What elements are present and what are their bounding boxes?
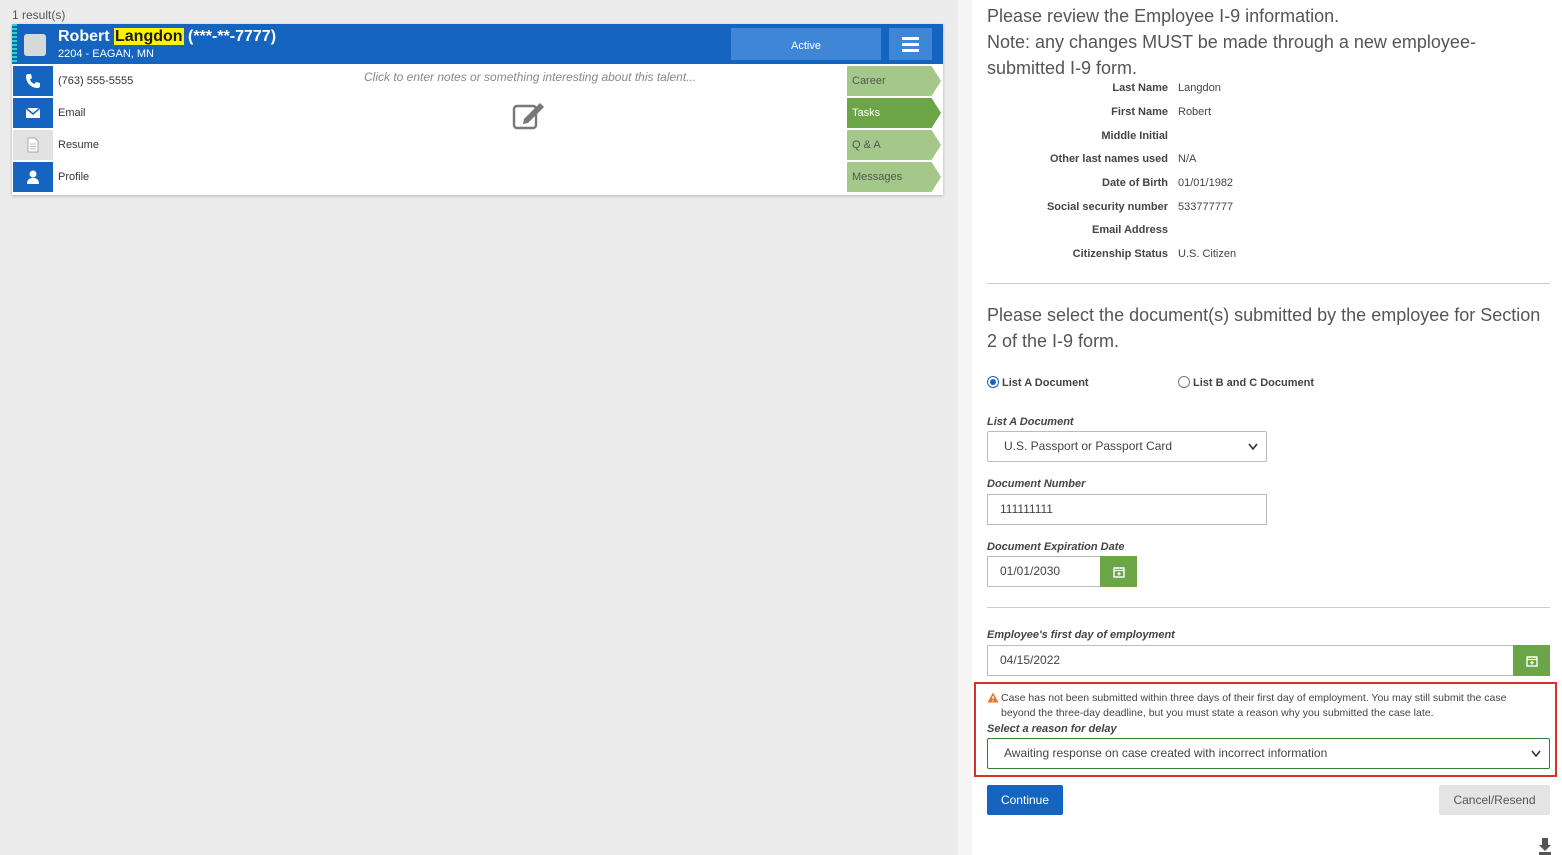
- doc-exp-date-input[interactable]: 01/01/2030: [987, 556, 1101, 587]
- info-value: 533777777: [1178, 201, 1234, 213]
- results-count: 1 result(s): [12, 8, 66, 22]
- talent-last-name-highlight: Langdon: [114, 28, 184, 45]
- first-day-label: Employee's first day of employment: [987, 629, 1175, 641]
- delay-reason-selected-value: Awaiting response on case created with i…: [1004, 746, 1328, 760]
- review-heading: Please review the Employee I-9 informati…: [987, 3, 1476, 81]
- info-row-dob: Date of Birth 01/01/1982: [987, 177, 1387, 197]
- info-row-first-name: First Name Robert: [987, 106, 1387, 126]
- chevron-down-icon: [1248, 443, 1258, 450]
- info-row-middle-initial: Middle Initial: [987, 130, 1387, 150]
- review-heading-line: submitted I-9 form.: [987, 58, 1138, 78]
- talent-ssn-masked: (***-**-7777): [183, 28, 277, 45]
- info-label: Date of Birth: [1102, 177, 1168, 189]
- list-a-select[interactable]: U.S. Passport or Passport Card: [987, 431, 1267, 462]
- delay-reason-select[interactable]: Awaiting response on case created with i…: [987, 738, 1550, 769]
- panel-divider: [958, 0, 972, 855]
- phone-number[interactable]: (763) 555-5555: [58, 75, 133, 87]
- info-label: Email Address: [1091, 224, 1168, 236]
- info-row-citizenship: Citizenship Status U.S. Citizen: [987, 248, 1387, 268]
- info-row-last-name: Last Name Langdon: [987, 82, 1387, 102]
- tab-tasks[interactable]: Tasks: [847, 98, 941, 128]
- warning-icon: [987, 692, 999, 703]
- profile-icon[interactable]: [13, 162, 53, 192]
- info-value: Robert: [1178, 106, 1212, 118]
- info-label: Other last names used: [1050, 153, 1168, 165]
- radio-list-bc[interactable]: List B and C Document: [1178, 376, 1314, 389]
- info-value: 01/01/1982: [1178, 177, 1234, 189]
- info-label: Social security number: [1046, 201, 1168, 213]
- radio-dot[interactable]: [1178, 376, 1190, 388]
- calendar-icon[interactable]: [1100, 556, 1137, 587]
- resume-icon[interactable]: [13, 130, 53, 160]
- talent-branch: 2204 - EAGAN, MN: [58, 48, 154, 60]
- talent-name[interactable]: Robert Langdon (***-**-7777): [58, 28, 276, 46]
- card-stripe: [12, 24, 17, 64]
- warning-line: beyond the three-day deadline, but you m…: [1001, 707, 1434, 719]
- info-row-email: Email Address: [987, 224, 1387, 244]
- first-day-input[interactable]: 04/15/2022: [987, 645, 1514, 676]
- status-badge[interactable]: Active: [731, 28, 881, 60]
- info-label: Citizenship Status: [1072, 248, 1168, 260]
- download-icon[interactable]: [1538, 838, 1552, 855]
- documents-heading-line: Please select the document(s) submitted …: [987, 305, 1541, 325]
- info-label: Last Name: [1112, 82, 1168, 94]
- calendar-icon[interactable]: [1513, 645, 1550, 676]
- talent-card-header: Robert Langdon (***-**-7777) 2204 - EAGA…: [12, 24, 943, 64]
- doc-exp-label: Document Expiration Date: [987, 541, 1125, 553]
- tab-q-and-a[interactable]: Q & A: [847, 130, 941, 160]
- chevron-down-icon: [1531, 750, 1541, 757]
- documents-heading-line: 2 of the I-9 form.: [987, 331, 1120, 351]
- radio-list-a-label: List A Document: [1002, 377, 1089, 389]
- info-row-ssn: Social security number 533777777: [987, 201, 1387, 221]
- info-value: U.S. Citizen: [1178, 248, 1237, 260]
- list-a-selected-value: U.S. Passport or Passport Card: [1004, 439, 1173, 453]
- tab-messages[interactable]: Messages: [847, 162, 941, 192]
- edit-notes-icon[interactable]: [512, 102, 546, 135]
- section-divider: [987, 607, 1550, 608]
- talent-card: Robert Langdon (***-**-7777) 2204 - EAGA…: [12, 24, 943, 195]
- list-a-label: List A Document: [987, 416, 1074, 428]
- hamburger-menu-icon[interactable]: [889, 28, 932, 60]
- talent-notes[interactable]: Click to enter notes or something intere…: [364, 70, 696, 84]
- delay-reason-label: Select a reason for delay: [987, 723, 1117, 735]
- email-link[interactable]: Email: [58, 107, 86, 119]
- cancel-resend-button[interactable]: Cancel/Resend: [1439, 785, 1550, 815]
- doc-number-label: Document Number: [987, 478, 1086, 490]
- tab-career[interactable]: Career: [847, 66, 941, 96]
- info-row-other-names: Other last names used N/A: [987, 153, 1387, 173]
- i9-review-panel: Please review the Employee I-9 informati…: [972, 0, 1562, 855]
- radio-dot-selected[interactable]: [987, 376, 999, 388]
- warning-message: Case has not been submitted within three…: [1001, 691, 1551, 721]
- warning-line: Case has not been submitted within three…: [1001, 692, 1507, 704]
- phone-icon[interactable]: [13, 66, 53, 96]
- talent-first-name: Robert: [58, 28, 114, 45]
- continue-button[interactable]: Continue: [987, 785, 1063, 815]
- resume-link[interactable]: Resume: [58, 139, 99, 151]
- review-heading-line: Note: any changes MUST be made through a…: [987, 32, 1476, 52]
- review-heading-line: Please review the Employee I-9 informati…: [987, 6, 1340, 26]
- select-talent-checkbox[interactable]: [24, 34, 46, 56]
- documents-heading: Please select the document(s) submitted …: [987, 302, 1540, 354]
- email-icon[interactable]: [13, 98, 53, 128]
- radio-list-bc-label: List B and C Document: [1193, 377, 1315, 389]
- radio-list-a[interactable]: List A Document: [987, 376, 1089, 389]
- info-value: Langdon: [1178, 82, 1221, 94]
- info-label: First Name: [1111, 106, 1168, 118]
- doc-number-input[interactable]: 111111111: [987, 494, 1267, 525]
- section-divider: [987, 283, 1550, 284]
- search-results-panel: 1 result(s) Robert Langdon (***-**-7777)…: [0, 0, 958, 855]
- info-label: Middle Initial: [1101, 130, 1168, 142]
- profile-link[interactable]: Profile: [58, 171, 89, 183]
- info-value: N/A: [1178, 153, 1197, 165]
